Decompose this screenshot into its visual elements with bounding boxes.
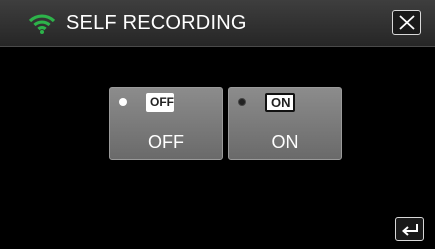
page-title: SELF RECORDING — [66, 12, 247, 34]
back-button[interactable] — [395, 217, 424, 241]
header-bar: SELF RECORDING — [0, 0, 435, 47]
back-arrow-icon — [401, 224, 418, 236]
option-on-button[interactable]: ON ON — [228, 87, 342, 160]
on-badge-icon: ON — [265, 93, 295, 112]
option-on-label: ON — [271, 132, 299, 152]
off-badge-icon: OFF — [146, 93, 174, 112]
close-button[interactable] — [392, 10, 421, 35]
radio-selected-icon — [119, 98, 127, 106]
option-off-button[interactable]: OFF OFF — [109, 87, 223, 160]
radio-unselected-icon — [238, 98, 246, 106]
close-icon — [399, 15, 415, 30]
wifi-icon — [29, 14, 55, 34]
option-off-label: OFF — [148, 132, 184, 152]
